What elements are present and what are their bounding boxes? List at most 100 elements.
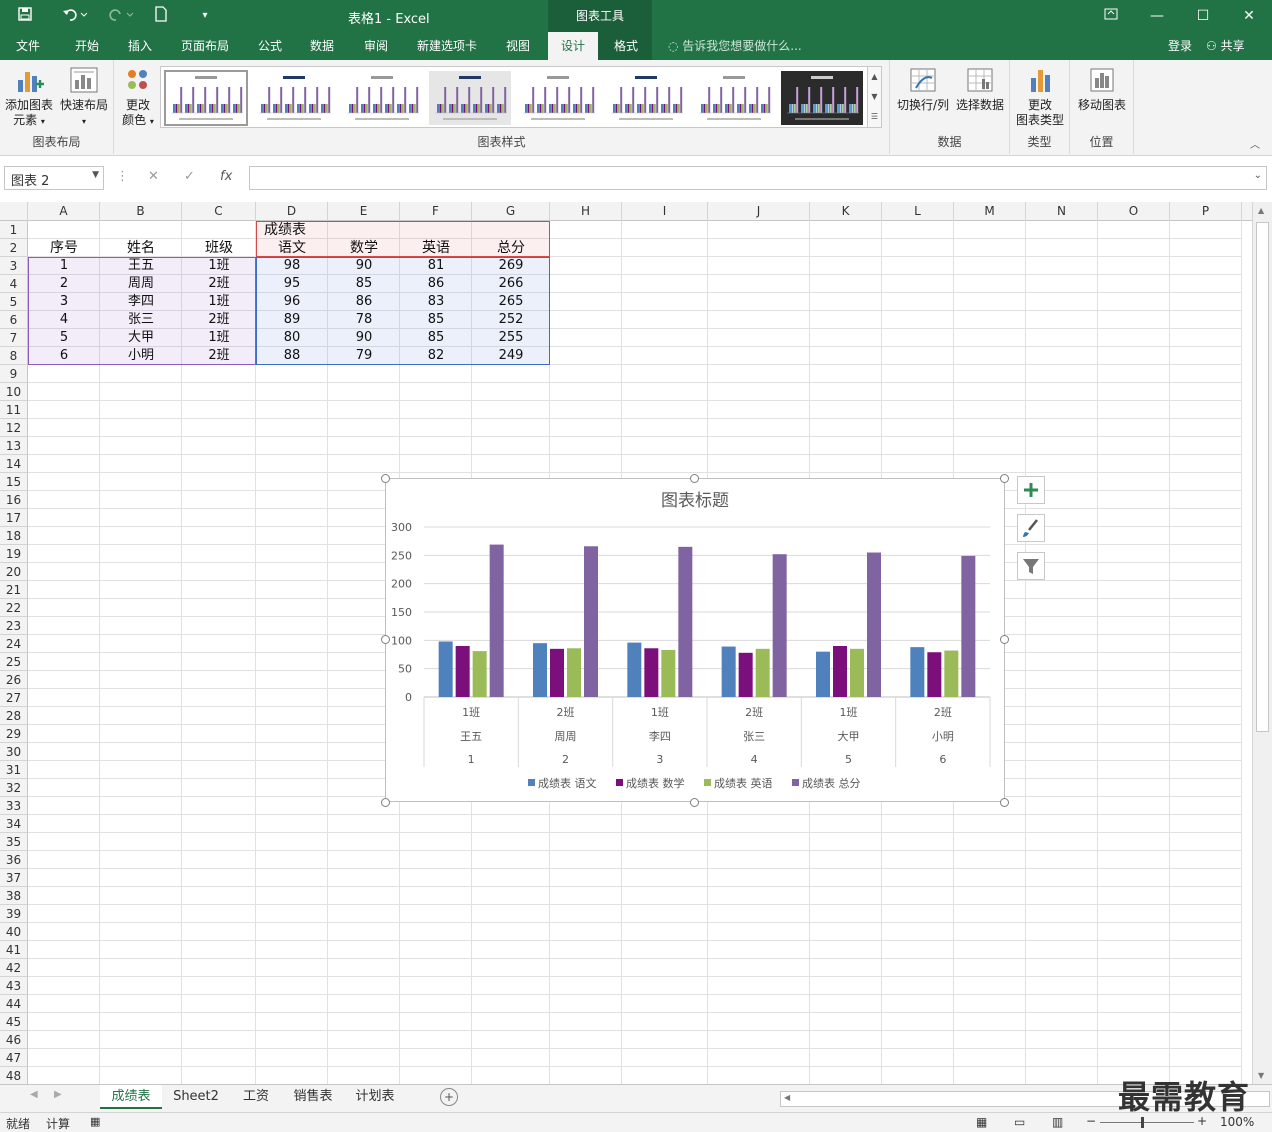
cell[interactable]: 265 xyxy=(472,293,550,311)
redo-icon[interactable] xyxy=(104,6,136,26)
tell-me-box[interactable]: ◌ 告诉我您想要做什么... xyxy=(668,32,802,60)
chart-style-thumb[interactable] xyxy=(605,71,687,125)
chart-style-thumb[interactable] xyxy=(693,71,775,125)
scroll-up-icon[interactable]: ▲ xyxy=(1258,206,1264,215)
tab-page-layout[interactable]: 页面布局 xyxy=(172,32,238,60)
tab-review[interactable]: 审阅 xyxy=(354,32,398,60)
row-header[interactable]: 30 xyxy=(0,743,28,761)
column-header[interactable]: D xyxy=(256,202,328,221)
switch-row-column-button[interactable]: 切换行/列 xyxy=(894,66,952,113)
column-header[interactable]: B xyxy=(100,202,182,221)
chart-bar[interactable] xyxy=(661,649,676,697)
row-header[interactable]: 27 xyxy=(0,689,28,707)
chart-resize-handle[interactable] xyxy=(381,798,390,807)
cell[interactable]: 85 xyxy=(400,329,472,347)
row-header[interactable]: 39 xyxy=(0,905,28,923)
row-header[interactable]: 20 xyxy=(0,563,28,581)
chart-bar[interactable] xyxy=(738,652,753,697)
row-header[interactable]: 29 xyxy=(0,725,28,743)
chart-bar[interactable] xyxy=(489,544,504,697)
insert-function-icon[interactable]: fx xyxy=(220,169,232,184)
cell[interactable]: 266 xyxy=(472,275,550,293)
cell[interactable]: 95 xyxy=(256,275,328,293)
row-header[interactable]: 31 xyxy=(0,761,28,779)
cell[interactable]: 2班 xyxy=(182,347,256,365)
sheet-tab-sheet2[interactable]: Sheet2 xyxy=(166,1085,226,1109)
legend-label[interactable]: 成绩表 英语 xyxy=(714,776,773,790)
add-sheet-icon[interactable]: + xyxy=(440,1088,458,1106)
tab-design[interactable]: 设计 xyxy=(548,32,598,60)
column-header[interactable]: E xyxy=(328,202,400,221)
move-chart-button[interactable]: 移动图表 xyxy=(1072,66,1132,113)
cell[interactable]: 1 xyxy=(28,257,100,275)
cell[interactable]: 90 xyxy=(328,329,400,347)
cell[interactable]: 78 xyxy=(328,311,400,329)
row-header[interactable]: 15 xyxy=(0,473,28,491)
vertical-scrollbar[interactable]: ▲ ▼ xyxy=(1252,202,1272,1084)
gallery-down-icon[interactable]: ▼ xyxy=(868,87,881,107)
cell[interactable]: 81 xyxy=(400,257,472,275)
cell[interactable]: 80 xyxy=(256,329,328,347)
cell[interactable]: 王五 xyxy=(100,257,182,275)
row-header[interactable]: 14 xyxy=(0,455,28,473)
column-header[interactable]: K xyxy=(810,202,882,221)
row-header[interactable]: 32 xyxy=(0,779,28,797)
ribbon-display-icon[interactable] xyxy=(1096,4,1126,28)
login-link[interactable]: 登录 xyxy=(1168,32,1192,60)
cell[interactable]: 82 xyxy=(400,347,472,365)
cell[interactable]: 90 xyxy=(328,257,400,275)
chart-bar[interactable] xyxy=(550,648,564,697)
chart-bar[interactable] xyxy=(438,641,453,697)
zoom-in-icon[interactable]: + xyxy=(1197,1114,1207,1128)
cell[interactable]: 班级 xyxy=(182,239,256,257)
chart-title[interactable]: 图表标题 xyxy=(661,491,729,511)
chart-bar[interactable] xyxy=(944,650,959,697)
chart-bar[interactable] xyxy=(721,646,736,697)
chart[interactable]: 图表标题 0 50 100 150 200 250 300 1班 2班 1班 2班 1班 2班 王五 周周 李四… xyxy=(385,478,1005,802)
chart-resize-handle[interactable] xyxy=(690,798,699,807)
cell[interactable]: 1班 xyxy=(182,257,256,275)
chart-bar[interactable] xyxy=(567,648,581,697)
row-header[interactable]: 3 xyxy=(0,257,28,275)
tab-formulas[interactable]: 公式 xyxy=(248,32,292,60)
chart-bar[interactable] xyxy=(816,651,830,697)
tab-file[interactable]: 文件 xyxy=(4,32,52,60)
row-header[interactable]: 40 xyxy=(0,923,28,941)
row-header[interactable]: 12 xyxy=(0,419,28,437)
chart-bar[interactable] xyxy=(584,546,598,697)
row-header[interactable]: 16 xyxy=(0,491,28,509)
cell[interactable]: 数学 xyxy=(328,239,400,257)
row-header[interactable]: 21 xyxy=(0,581,28,599)
chart-resize-handle[interactable] xyxy=(1000,798,1009,807)
row-header[interactable]: 8 xyxy=(0,347,28,365)
chart-bar[interactable] xyxy=(927,652,942,697)
chart-bar[interactable] xyxy=(533,643,547,697)
zoom-out-icon[interactable]: − xyxy=(1086,1114,1096,1128)
column-header[interactable]: P xyxy=(1170,202,1242,221)
chart-style-thumb[interactable] xyxy=(341,71,423,125)
name-box[interactable]: 图表 2 ▼ xyxy=(4,166,104,190)
vertical-scroll-thumb[interactable] xyxy=(1256,222,1269,732)
chart-resize-handle[interactable] xyxy=(381,635,390,644)
row-header[interactable]: 6 xyxy=(0,311,28,329)
cell[interactable]: 249 xyxy=(472,347,550,365)
chart-bar[interactable] xyxy=(472,651,487,697)
column-header[interactable]: G xyxy=(472,202,550,221)
row-header[interactable]: 24 xyxy=(0,635,28,653)
chart-elements-button[interactable] xyxy=(1017,476,1045,504)
chart-bar[interactable] xyxy=(961,555,976,697)
cell[interactable]: 周周 xyxy=(100,275,182,293)
tab-format[interactable]: 格式 xyxy=(602,32,650,60)
row-header[interactable]: 44 xyxy=(0,995,28,1013)
row-header[interactable]: 45 xyxy=(0,1013,28,1031)
chart-style-thumb[interactable] xyxy=(429,71,511,125)
cell[interactable]: 88 xyxy=(256,347,328,365)
cell[interactable]: 姓名 xyxy=(100,239,182,257)
close-icon[interactable]: ✕ xyxy=(1234,4,1264,28)
prev-sheet-icon[interactable]: ◀ xyxy=(30,1089,38,1100)
page-break-view-icon[interactable]: ▥ xyxy=(1052,1115,1063,1129)
chart-resize-handle[interactable] xyxy=(1000,474,1009,483)
column-header[interactable]: J xyxy=(708,202,810,221)
row-header[interactable]: 43 xyxy=(0,977,28,995)
chart-resize-handle[interactable] xyxy=(1000,635,1009,644)
